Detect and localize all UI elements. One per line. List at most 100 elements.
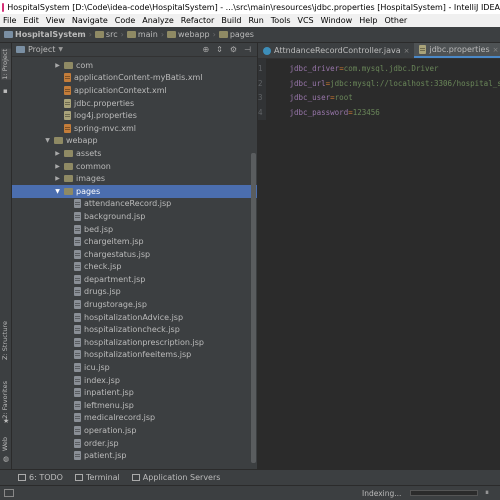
menu-item-build[interactable]: Build (221, 16, 241, 25)
tree-row[interactable]: hospitalizationcheck.jsp (12, 323, 257, 336)
gear-icon[interactable]: ⚙ (230, 45, 237, 54)
breadcrumb-item[interactable]: main (126, 30, 158, 39)
code-line[interactable]: jdbc_driver=com.mysql.jdbc.Driver (290, 62, 500, 77)
chevron-right-icon[interactable]: ▶ (54, 163, 61, 170)
project-tree-scrollbar[interactable] (251, 153, 256, 463)
tree-row[interactable]: department.jsp (12, 273, 257, 286)
favorites-tool-tab[interactable]: 2: Favorites (1, 381, 11, 419)
menu-item-view[interactable]: View (46, 16, 65, 25)
status-bar: Indexing... ⏸ (0, 485, 500, 500)
property-key: jdbc_user (289, 93, 331, 102)
tree-row[interactable]: chargestatus.jsp (12, 248, 257, 261)
jsp-file-icon (74, 375, 81, 385)
menu-item-navigate[interactable]: Navigate (72, 16, 108, 25)
breadcrumb-item[interactable]: pages (218, 30, 254, 39)
tree-row[interactable]: applicationContent-myBatis.xml (12, 72, 257, 85)
bottom-tool-terminal[interactable]: Terminal (74, 473, 120, 482)
menu-item-run[interactable]: Run (248, 16, 263, 25)
tree-row[interactable]: medicalrecord.jsp (12, 412, 257, 425)
tree-row[interactable]: ▶ common (12, 160, 257, 173)
tree-row[interactable]: hospitalizationfeeitems.jsp (12, 349, 257, 362)
menu-item-refactor[interactable]: Refactor (181, 16, 215, 25)
hide-panel-icon[interactable]: ⊣ (244, 45, 251, 54)
code-view[interactable]: 1 2 3 4 jdbc_driver=com.mysql.jdbc.Driver jd… (258, 59, 500, 120)
project-tool-tab[interactable]: 1: Project (1, 49, 11, 80)
editor-tab[interactable]: jdbc.properties × (414, 43, 500, 58)
chevron-right-icon[interactable]: ▶ (54, 62, 61, 69)
tree-row[interactable]: ▶ images (12, 172, 257, 185)
tree-row[interactable]: ▶ assets (12, 147, 257, 160)
sync-icon[interactable]: ⊕ (202, 45, 209, 54)
menu-item-analyze[interactable]: Analyze (142, 16, 174, 25)
tree-row[interactable]: hospitalizationAdvice.jsp (12, 311, 257, 324)
folder-icon (64, 187, 73, 195)
jsp-file-icon (74, 224, 81, 234)
tree-row[interactable]: jdbc.properties (12, 97, 257, 110)
tree-row[interactable]: operation.jsp (12, 424, 257, 437)
tree-row[interactable]: ▼ webapp (12, 135, 257, 148)
menu-item-other[interactable]: Other (384, 16, 407, 25)
tree-row[interactable]: icu.jsp (12, 361, 257, 374)
tree-row[interactable]: log4j.properties (12, 109, 257, 122)
breadcrumb-label: main (137, 30, 158, 39)
structure-tool-tab[interactable]: Z: Structure (1, 321, 11, 360)
chevron-down-icon[interactable]: ▼ (44, 137, 51, 144)
web-tool-tab[interactable]: Web (1, 437, 11, 451)
collapse-all-icon[interactable]: ⇕ (216, 45, 223, 54)
tree-row[interactable]: inpatient.jsp (12, 386, 257, 399)
tree-row[interactable]: ▼ pages (12, 184, 257, 198)
pause-icon[interactable]: ⏸ (485, 488, 489, 498)
menu-item-window[interactable]: Window (321, 16, 353, 25)
close-icon[interactable]: × (404, 47, 410, 55)
tree-item-label: applicationContent-myBatis.xml (74, 73, 203, 83)
folder-icon (54, 137, 63, 145)
window-titlebar: HospitalSystem [D:\Code\idea-code\Hospit… (0, 0, 500, 14)
bottom-tool-6-todo[interactable]: 6: TODO (18, 473, 63, 482)
chevron-down-icon[interactable]: ▼ (54, 188, 61, 195)
menu-item-file[interactable]: File (3, 16, 16, 25)
tree-row[interactable]: index.jsp (12, 374, 257, 387)
folder-icon (94, 31, 104, 38)
menu-item-tools[interactable]: Tools (271, 16, 291, 25)
tree-row[interactable]: ▶ com (12, 59, 257, 72)
tree-row[interactable]: spring-mvc.xml (12, 122, 257, 135)
bottom-tool-application-servers[interactable]: Application Servers (131, 473, 220, 482)
code-line[interactable]: jdbc_user=root (290, 91, 500, 106)
dropdown-arrow-icon[interactable]: ▼ (58, 46, 63, 53)
tree-row[interactable]: background.jsp (12, 210, 257, 223)
tree-row[interactable]: drugs.jsp (12, 286, 257, 299)
menu-item-vcs[interactable]: VCS (298, 16, 314, 25)
breadcrumb-item[interactable]: HospitalSystem (4, 30, 86, 39)
chevron-right-icon[interactable]: ▶ (54, 150, 61, 157)
breadcrumb-item[interactable]: src (94, 30, 118, 39)
indexing-progress-bar (410, 490, 478, 496)
editor-tab[interactable]: AttndanceRecordController.java × (258, 43, 414, 58)
tree-row[interactable]: check.jsp (12, 261, 257, 274)
tree-row[interactable]: bed.jsp (12, 223, 257, 236)
jsp-file-icon (74, 237, 81, 247)
tree-row[interactable]: applicationContext.xml (12, 84, 257, 97)
tree-item-label: drugstorage.jsp (84, 300, 147, 310)
chevron-right-icon[interactable]: ▶ (54, 175, 61, 182)
tree-item-label: operation.jsp (84, 426, 137, 436)
project-panel-title[interactable]: Project (28, 45, 55, 54)
code-line[interactable]: jdbc_url=jdbc:mysql://localhost:3306/hos… (290, 77, 500, 92)
menu-item-help[interactable]: Help (359, 16, 377, 25)
project-panel-header: Project ▼ ⊕ ⇕ ⚙ ⊣ (12, 43, 257, 57)
tree-row[interactable]: drugstorage.jsp (12, 298, 257, 311)
tree-row[interactable]: hospitalizationprescription.jsp (12, 336, 257, 349)
jsp-file-icon (74, 262, 81, 272)
menu-item-edit[interactable]: Edit (23, 16, 39, 25)
tree-row[interactable]: leftmenu.jsp (12, 399, 257, 412)
breadcrumb-item[interactable]: webapp (167, 30, 210, 39)
toggle-tool-windows-icon[interactable] (4, 489, 14, 497)
close-icon[interactable]: × (493, 46, 499, 54)
menu-item-code[interactable]: Code (115, 16, 135, 25)
code-line[interactable]: jdbc_password=123456 (290, 106, 500, 121)
tree-row[interactable]: chargeitem.jsp (12, 235, 257, 248)
tree-row[interactable]: order.jsp (12, 437, 257, 450)
tree-row[interactable]: attendanceRecord.jsp (12, 198, 257, 211)
tree-row[interactable]: patient.jsp (12, 449, 257, 462)
code-lines[interactable]: jdbc_driver=com.mysql.jdbc.Driver jdbc_ur… (266, 59, 500, 120)
jsp-file-icon (74, 438, 81, 448)
